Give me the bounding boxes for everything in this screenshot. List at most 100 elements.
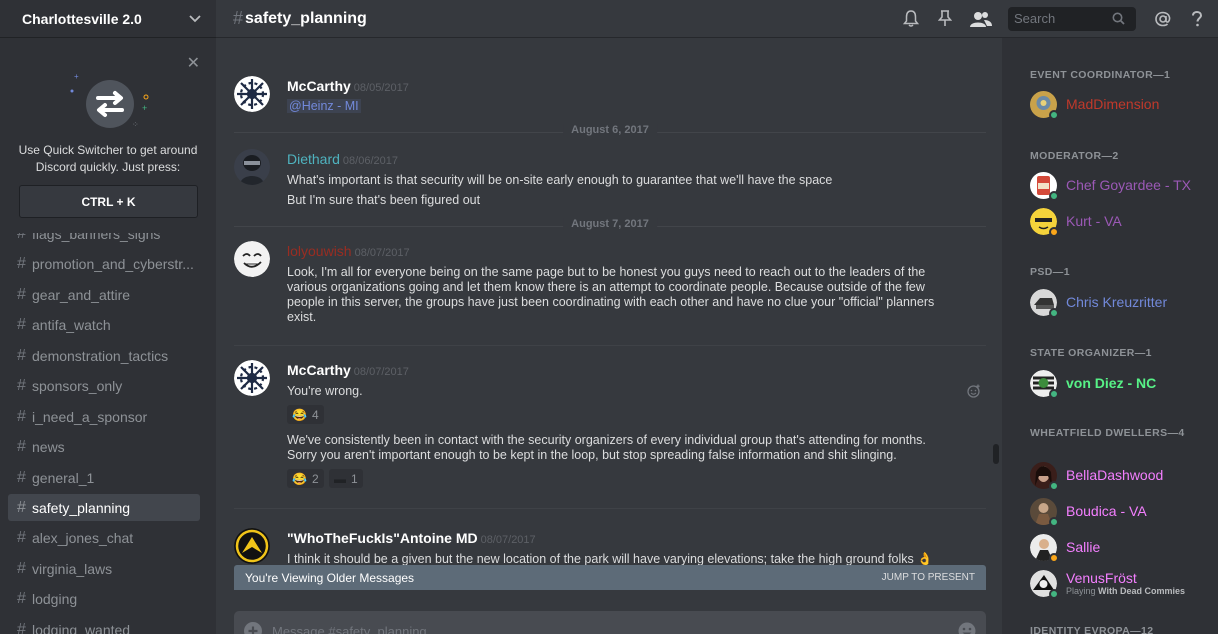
mention-icon[interactable]: [1154, 10, 1172, 28]
timestamp: 08/06/2017: [342, 155, 398, 167]
channel-lodging-wanted[interactable]: # lodging_wanted: [8, 616, 200, 634]
member-item[interactable]: Sallie: [1030, 534, 1216, 564]
hash-icon: #: [17, 468, 26, 486]
member-name: Kurt - VA: [1066, 213, 1122, 229]
channel-sponsors-only[interactable]: # sponsors_only: [8, 372, 200, 399]
member-item[interactable]: Kurt - VA: [1030, 208, 1216, 238]
channel-label: sponsors_only: [32, 377, 123, 394]
channel-promotion[interactable]: # promotion_and_cyberstr...: [8, 250, 200, 277]
quick-switcher-icon: + + ⁘: [70, 72, 149, 129]
reaction-button[interactable]: ▬ 1: [329, 469, 363, 488]
username[interactable]: "WhoTheFuckIs"Antoine MD: [287, 530, 478, 546]
channel-virginia-laws[interactable]: # virginia_laws: [8, 555, 200, 582]
username[interactable]: McCarthy: [287, 362, 351, 378]
avatar[interactable]: [234, 149, 270, 185]
avatar[interactable]: [234, 76, 270, 112]
role-header: PSD—1: [1030, 266, 1070, 278]
channel-gear-and-attire[interactable]: # gear_and_attire: [8, 281, 200, 308]
server-header[interactable]: Charlottesville 2.0: [0, 0, 216, 38]
message-input[interactable]: [262, 623, 958, 634]
message: Diethard 08/06/2017 What's important is t…: [234, 149, 986, 209]
member-item[interactable]: Chef Goyardee - TX: [1030, 172, 1216, 202]
jump-to-present-button[interactable]: JUMP TO PRESENT: [882, 572, 975, 583]
online-status-icon: [1049, 517, 1059, 527]
message-separator: [234, 508, 986, 509]
role-header: MODERATOR—2: [1030, 150, 1119, 162]
user-mention[interactable]: @Heinz - MI: [287, 99, 361, 113]
channel-label: lodging_wanted: [32, 621, 131, 634]
username[interactable]: lolyouwish: [287, 243, 352, 259]
date-divider: August 6, 2017: [234, 124, 986, 136]
quick-switcher-shortcut[interactable]: CTRL + K: [19, 185, 198, 218]
message-text: Look, I'm all for everyone being on the …: [287, 265, 926, 279]
timestamp: 08/07/2017: [353, 366, 409, 378]
channel-news[interactable]: # news: [8, 433, 200, 460]
member-item[interactable]: BellaDashwood: [1030, 462, 1216, 492]
close-icon[interactable]: ✕: [187, 53, 200, 73]
message-text: @Heinz - MI: [287, 99, 957, 114]
member-list: EVENT COORDINATOR—1 MadDimension MODERAT…: [1002, 38, 1218, 634]
message-scrollbar[interactable]: [993, 444, 999, 464]
message: McCarthy 08/07/2017 You're wrong. 😂 4 We'v…: [234, 360, 986, 492]
reaction-count: 4: [311, 407, 319, 422]
member-item[interactable]: von Diez - NC: [1030, 370, 1216, 400]
channel-label: i_need_a_sponsor: [32, 408, 148, 425]
activity-game: With Dead Commies: [1098, 586, 1185, 596]
online-status-icon: [1049, 308, 1059, 318]
search-input[interactable]: [1014, 11, 1112, 26]
username[interactable]: McCarthy: [287, 78, 351, 94]
date-divider-label: August 6, 2017: [563, 124, 657, 136]
channel-label: virginia_laws: [32, 560, 113, 577]
channel-lodging[interactable]: # lodging: [8, 585, 200, 612]
channel-label: general_1: [32, 469, 95, 486]
search-box[interactable]: [1008, 6, 1136, 31]
member-item[interactable]: MadDimension: [1030, 91, 1216, 121]
channel-label: antifa_watch: [32, 316, 111, 333]
member-item[interactable]: Boudica - VA: [1030, 498, 1216, 528]
member-item[interactable]: Chris Kreuzritter: [1030, 289, 1216, 319]
channel-label: gear_and_attire: [32, 286, 131, 303]
channel-i-need-a-sponsor[interactable]: # i_need_a_sponsor: [8, 403, 200, 430]
emoji-picker-icon[interactable]: [958, 622, 976, 634]
message-text: various organizations going and let them…: [287, 280, 925, 294]
avatar[interactable]: [234, 528, 270, 564]
help-icon[interactable]: [1188, 10, 1206, 28]
member-name: Chef Goyardee - TX: [1066, 177, 1192, 193]
timestamp: 08/07/2017: [354, 247, 410, 259]
member-name: Chris Kreuzritter: [1066, 294, 1168, 310]
date-divider: August 7, 2017: [234, 218, 986, 230]
avatar[interactable]: [234, 241, 270, 277]
members-icon[interactable]: [970, 10, 992, 28]
channel-label: alex_jones_chat: [32, 529, 134, 546]
member-item[interactable]: VenusFröst Playing With Dead Commies: [1030, 570, 1216, 600]
add-reaction-icon[interactable]: [967, 384, 981, 398]
channel-antifa-watch[interactable]: # antifa_watch: [8, 311, 200, 338]
channel-general-1[interactable]: # general_1: [8, 464, 200, 491]
online-status-icon: [1049, 191, 1059, 201]
bell-icon[interactable]: [902, 10, 920, 28]
older-messages-text: You're Viewing Older Messages: [245, 570, 415, 585]
reaction-button[interactable]: 😂 4: [287, 405, 324, 424]
message-text: You're wrong.: [287, 384, 363, 398]
timestamp: 08/05/2017: [353, 82, 409, 94]
pin-icon[interactable]: [936, 10, 954, 28]
timestamp: 08/07/2017: [480, 534, 536, 546]
channel-alex-jones-chat[interactable]: # alex_jones_chat: [8, 524, 200, 551]
username[interactable]: Diethard: [287, 151, 340, 167]
message-header: "WhoTheFuckIs"Antoine MD 08/07/2017: [287, 530, 536, 548]
reaction-button[interactable]: 😂 2: [287, 469, 324, 488]
upload-plus-icon[interactable]: [244, 622, 262, 634]
svg-text:⁘: ⁘: [132, 120, 139, 129]
channel-label: news: [32, 438, 65, 455]
channel-demonstration-tactics[interactable]: # demonstration_tactics: [8, 342, 200, 369]
message-header: McCarthy 08/05/2017: [287, 78, 409, 96]
online-status-icon: [1049, 589, 1059, 599]
channel-safety-planning[interactable]: # safety_planning: [8, 494, 200, 521]
hash-icon: #: [17, 407, 26, 425]
channel-label: demonstration_tactics: [32, 347, 169, 364]
member-activity: Playing With Dead Commies: [1066, 586, 1185, 596]
hash-icon: #: [17, 528, 26, 546]
hash-icon: #: [17, 346, 26, 364]
quick-switcher-popout: ✕ + + ⁘ Use Quick Switcher to get around…: [0, 45, 216, 233]
avatar[interactable]: [234, 360, 270, 396]
